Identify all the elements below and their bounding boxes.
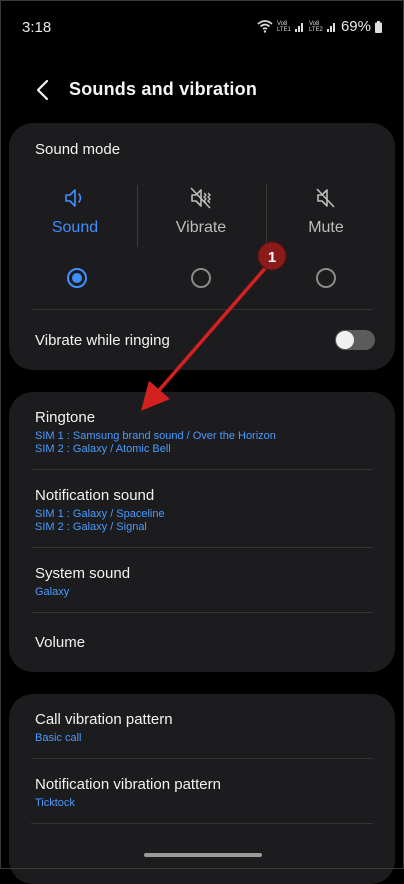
annotation-arrow — [141, 263, 270, 411]
home-indicator[interactable] — [144, 853, 262, 857]
annotation-badge-number: 1 — [268, 249, 276, 266]
annotation-overlay: 1 — [141, 241, 287, 411]
